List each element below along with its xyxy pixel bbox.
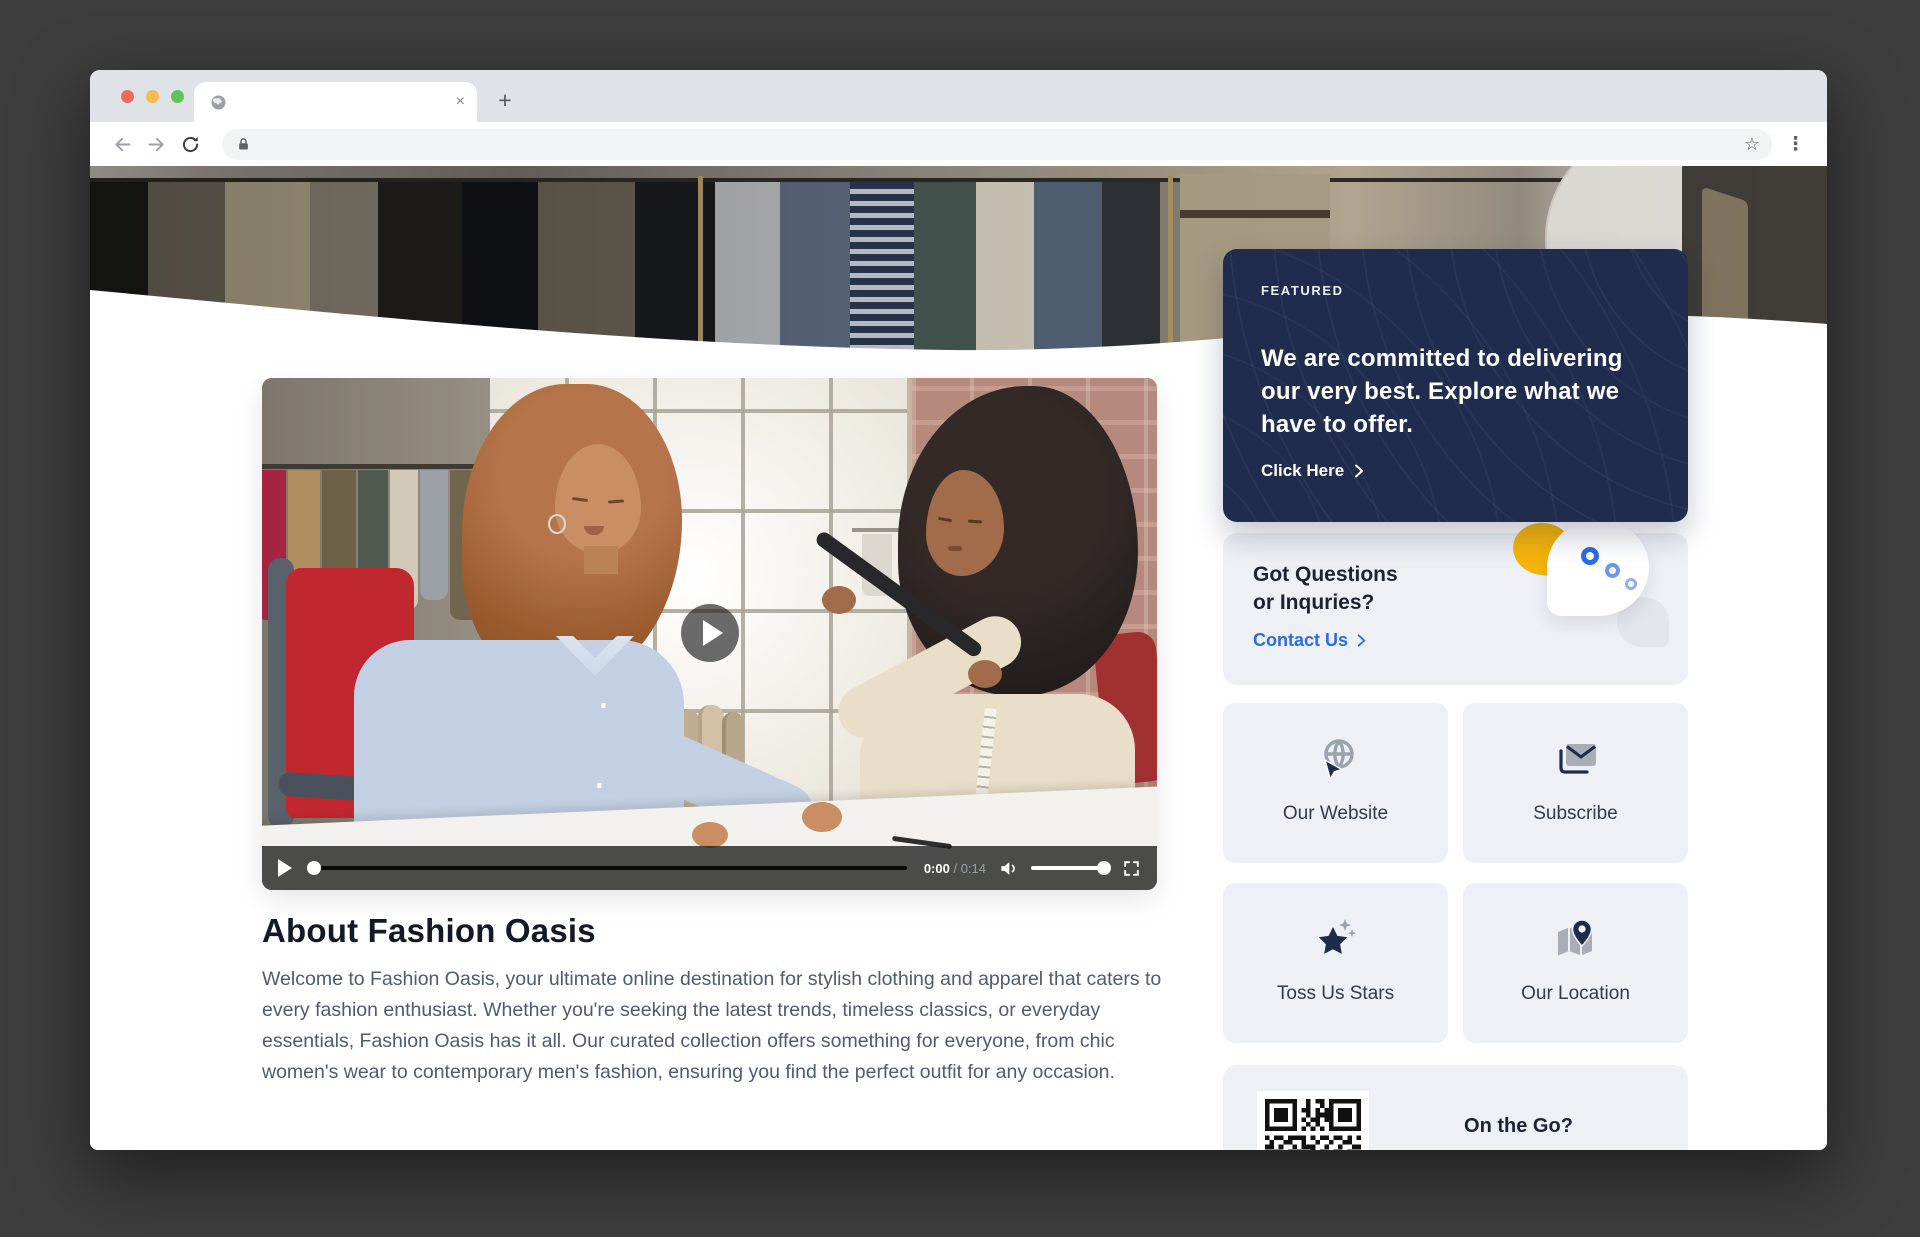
- contact-us-link[interactable]: Contact Us: [1253, 630, 1367, 651]
- seek-bar[interactable]: [309, 866, 907, 870]
- star-sparkles-icon: [1312, 915, 1360, 963]
- on-the-go-card[interactable]: On the Go?: [1223, 1065, 1688, 1150]
- questions-card: Got Questions or Inquries? Contact Us: [1223, 533, 1688, 685]
- close-window-button[interactable]: [121, 90, 134, 103]
- featured-eyebrow: FEATURED: [1261, 283, 1650, 298]
- tile-subscribe[interactable]: Subscribe: [1463, 703, 1688, 863]
- page-title: About Fashion Oasis: [262, 912, 1192, 950]
- tile-toss-us-stars[interactable]: Toss Us Stars: [1223, 883, 1448, 1043]
- tab-close-icon[interactable]: ×: [456, 94, 465, 110]
- forward-icon[interactable]: [144, 132, 168, 156]
- new-tab-button[interactable]: +: [488, 84, 522, 118]
- volume-icon[interactable]: [999, 859, 1018, 878]
- envelope-icon: [1552, 735, 1600, 783]
- bookmark-star-icon[interactable]: ☆: [1744, 135, 1760, 153]
- globe-favicon-icon: [210, 94, 227, 111]
- minimize-window-button[interactable]: [146, 90, 159, 103]
- chevron-right-icon: [1356, 634, 1367, 647]
- browser-window: × + ☆ ⋮: [90, 70, 1827, 1150]
- browser-tab[interactable]: ×: [194, 82, 477, 122]
- featured-card: FEATURED We are committed to delivering …: [1223, 249, 1688, 522]
- video-player[interactable]: 0:00 / 0:14: [262, 378, 1157, 890]
- maximize-window-button[interactable]: [171, 90, 184, 103]
- reload-icon[interactable]: [178, 132, 202, 156]
- window-controls: [121, 90, 184, 103]
- chevron-right-icon: [1353, 464, 1365, 478]
- about-section: About Fashion Oasis Welcome to Fashion O…: [262, 912, 1192, 1088]
- on-the-go-heading: On the Go?: [1369, 1115, 1688, 1138]
- qr-code: [1257, 1091, 1369, 1150]
- featured-heading: We are committed to delivering our very …: [1261, 342, 1651, 441]
- fullscreen-icon[interactable]: [1122, 859, 1141, 878]
- webpage: FEATURED We are committed to delivering …: [90, 166, 1827, 1150]
- time-display: 0:00 / 0:14: [924, 861, 986, 876]
- globe-cursor-icon: [1312, 735, 1360, 783]
- play-icon[interactable]: [278, 859, 292, 877]
- url-bar[interactable]: ☆: [222, 129, 1772, 160]
- browser-menu-icon[interactable]: ⋮: [1782, 133, 1809, 156]
- video-controls: 0:00 / 0:14: [262, 846, 1157, 890]
- click-here-link[interactable]: Click Here: [1261, 461, 1365, 481]
- play-button[interactable]: [681, 604, 739, 662]
- map-pin-icon: [1552, 915, 1600, 963]
- tab-strip: × +: [90, 70, 1827, 122]
- tile-our-website[interactable]: Our Website: [1223, 703, 1448, 863]
- about-paragraph: Welcome to Fashion Oasis, your ultimate …: [262, 964, 1192, 1088]
- padlock-icon: [236, 137, 251, 152]
- back-icon[interactable]: [110, 132, 134, 156]
- address-bar: ☆ ⋮: [90, 122, 1827, 166]
- tile-our-location[interactable]: Our Location: [1463, 883, 1688, 1043]
- chat-bubbles-icon: [1497, 521, 1672, 686]
- volume-slider[interactable]: [1031, 866, 1109, 870]
